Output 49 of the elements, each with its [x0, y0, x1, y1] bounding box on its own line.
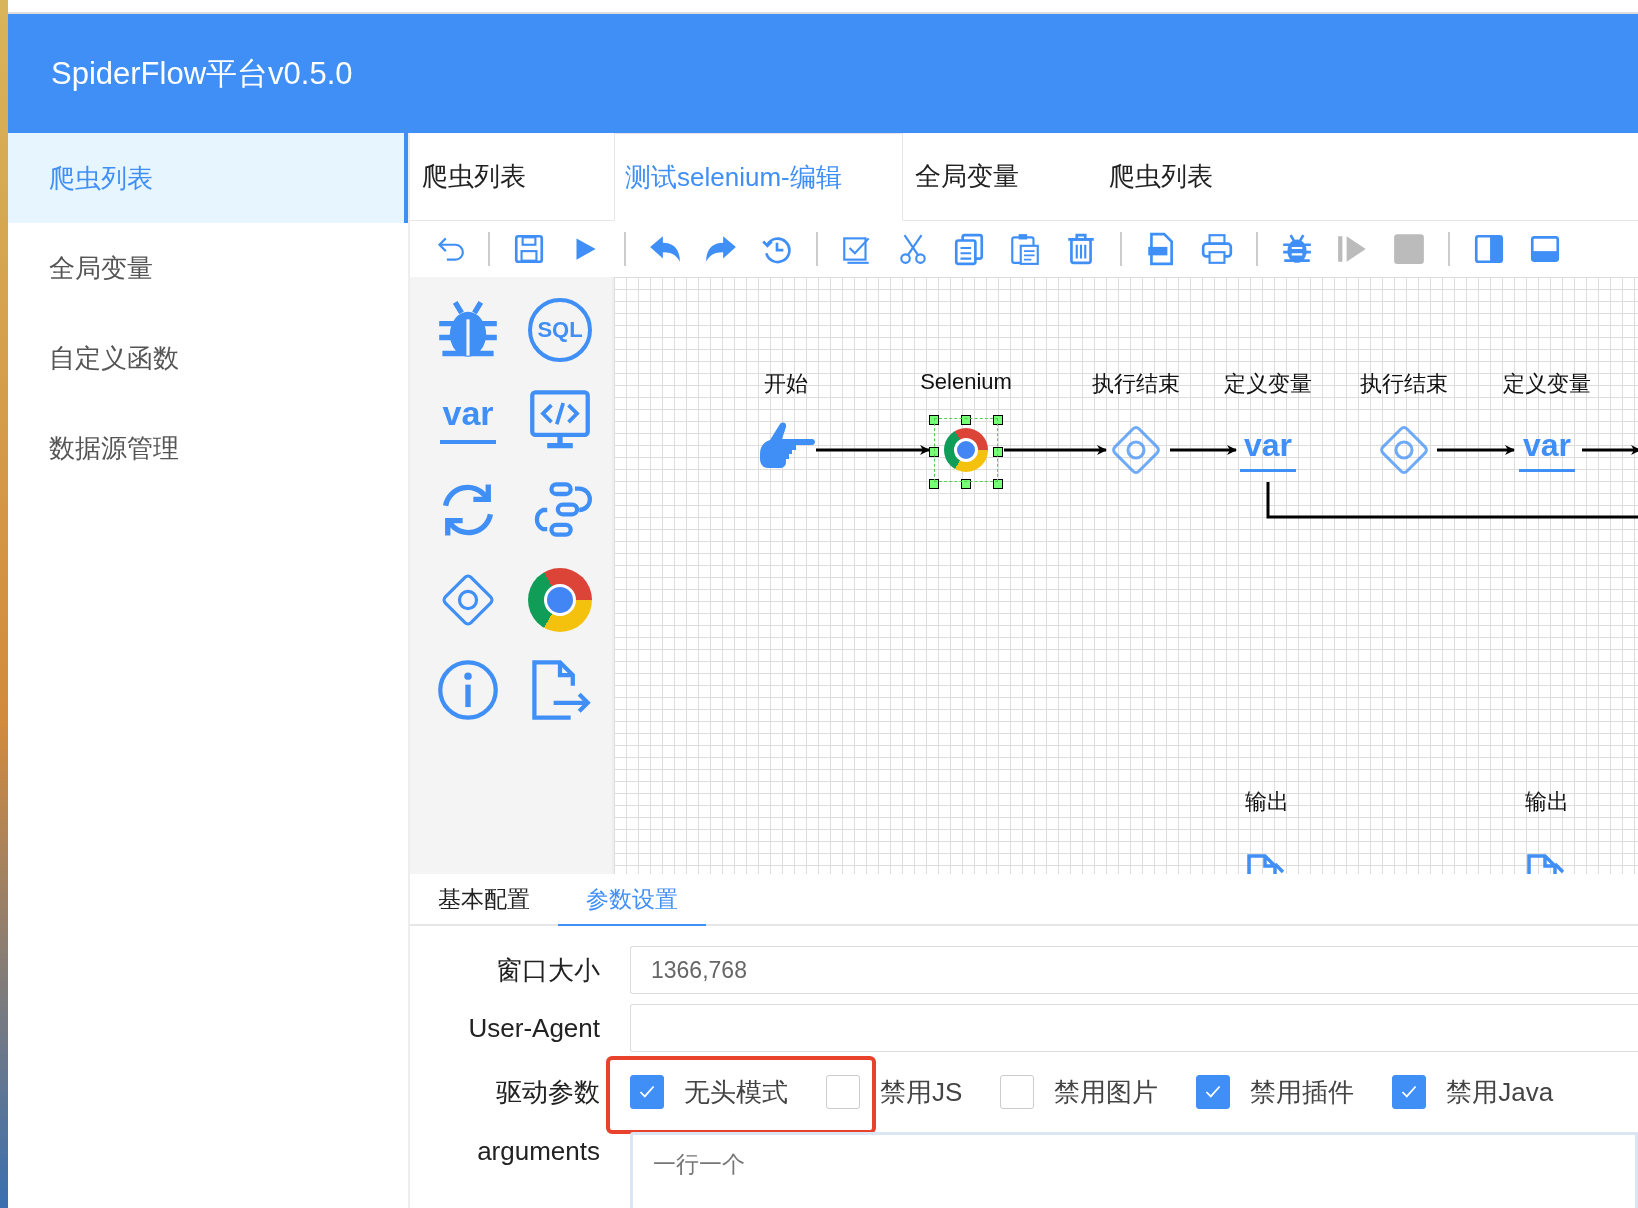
sidebar-item[interactable]: 自定义函数	[8, 313, 408, 403]
sidebar-item[interactable]: 爬虫列表	[8, 133, 408, 223]
window-size-field[interactable]: 1366,768	[630, 946, 1638, 994]
config-tab[interactable]: 基本配置	[438, 874, 558, 924]
node-label: 执行结束	[1360, 370, 1448, 398]
sidebar-item[interactable]: 数据源管理	[8, 403, 408, 493]
selection-frame[interactable]	[929, 415, 1003, 489]
checkbox[interactable]	[1000, 1075, 1035, 1109]
node-label: 开始	[764, 370, 808, 398]
browser-logo-icon[interactable]	[934, 418, 998, 482]
copy-icon[interactable]	[952, 232, 986, 266]
arguments-field[interactable]: 一行一个	[630, 1132, 1638, 1208]
arrow-connector	[1582, 445, 1638, 455]
checkbox-label: 禁用Java	[1446, 1075, 1554, 1109]
app-title: SpiderFlow平台v0.5.0	[51, 54, 353, 93]
field-label: 驱动参数	[495, 1075, 600, 1109]
user-agent-field[interactable]	[630, 1004, 1638, 1052]
tab[interactable]: 爬虫列表	[1096, 133, 1245, 220]
checkbox-label: 无头模式	[684, 1075, 788, 1109]
tab[interactable]: 测试selenium-编辑	[614, 133, 903, 221]
stop-icon[interactable]	[1392, 232, 1426, 266]
tab[interactable]: 全局变量	[902, 133, 1097, 220]
save-icon[interactable]	[512, 232, 546, 266]
node-label: Selenium	[920, 369, 1012, 395]
node-label: 输出	[1245, 788, 1289, 816]
print-icon[interactable]	[1200, 232, 1234, 266]
config-tab[interactable]: 参数设置	[558, 874, 706, 926]
node-label: 定义变量	[1224, 370, 1312, 398]
field-label: User-Agent	[467, 1012, 600, 1044]
node-label: 执行结束	[1092, 370, 1180, 398]
field-label: arguments	[476, 1135, 600, 1167]
paste-icon[interactable]	[1008, 232, 1042, 266]
panel-right-icon[interactable]	[1472, 232, 1506, 266]
tab[interactable]: 爬虫列表	[410, 133, 614, 220]
field-label: 窗口大小	[495, 953, 600, 987]
node-label: 定义变量	[1503, 370, 1591, 398]
sql-icon[interactable]: SQL	[528, 298, 592, 362]
bug-icon[interactable]	[1280, 232, 1314, 266]
checkbox-label: 禁用JS	[880, 1075, 963, 1109]
checkbox-label: 禁用图片	[1054, 1075, 1159, 1109]
checkbox-label: 禁用插件	[1250, 1075, 1355, 1109]
checkbox[interactable]	[1196, 1075, 1231, 1109]
sidebar-item[interactable]: 全局变量	[8, 223, 408, 313]
info-icon[interactable]	[436, 658, 500, 722]
arrow-connector	[1170, 445, 1237, 455]
checkbox[interactable]	[630, 1075, 664, 1109]
checkbox[interactable]	[1392, 1075, 1427, 1109]
checkbox[interactable]	[826, 1075, 860, 1109]
node-label: 输出	[1525, 788, 1569, 816]
